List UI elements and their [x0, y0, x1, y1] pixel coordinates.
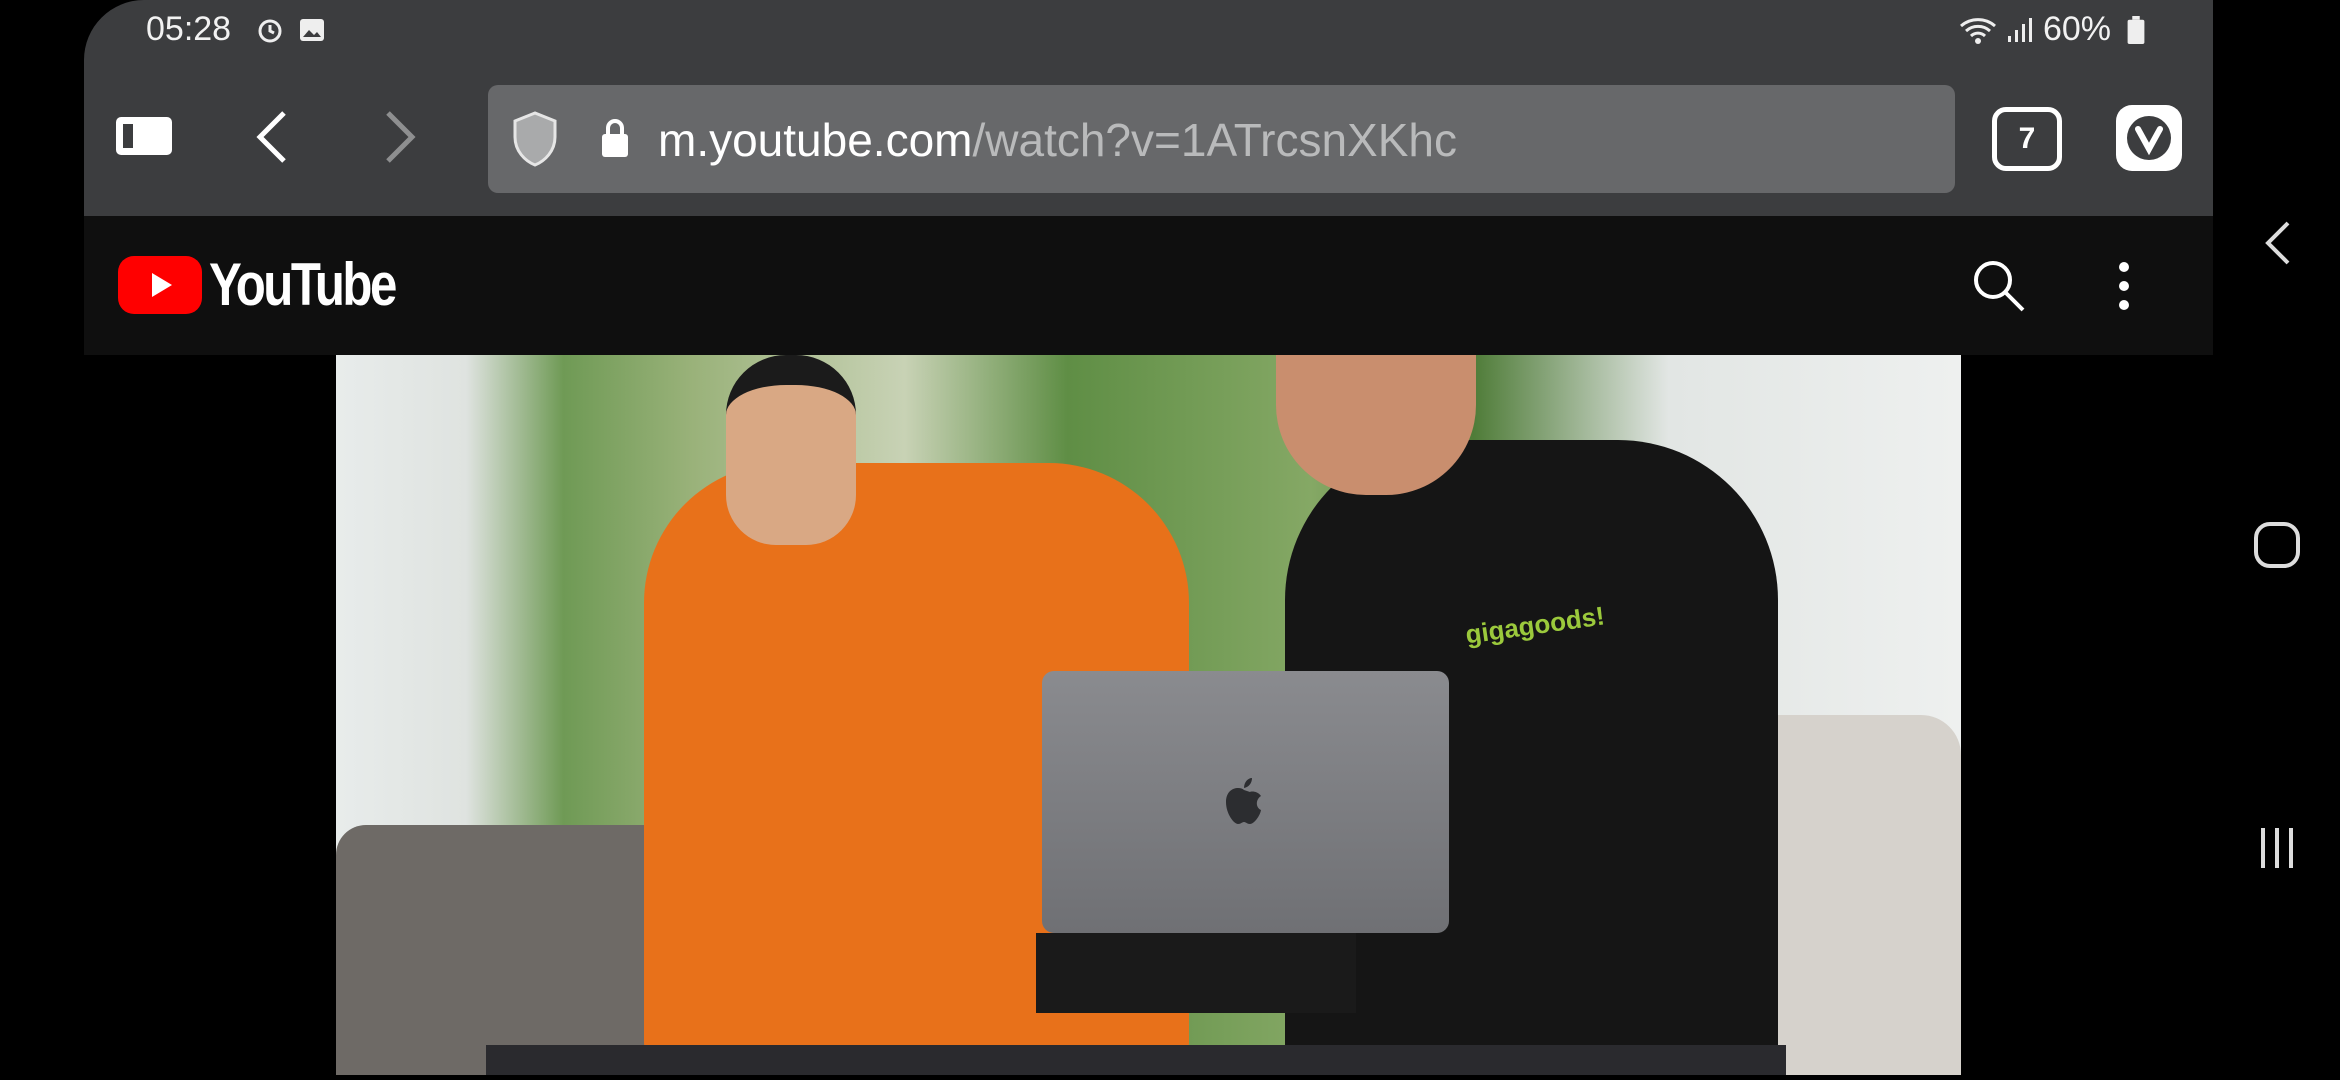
back-button[interactable]: [252, 107, 292, 167]
signal-icon: [2008, 18, 2032, 42]
search-icon: [1974, 261, 2025, 312]
laptop: [1042, 671, 1449, 933]
more-vert-icon: [2119, 262, 2129, 310]
browser-toolbar: m.youtube.com/watch?v=1ATrcsnXKhc 7: [84, 67, 2213, 216]
search-button[interactable]: [1969, 256, 2029, 316]
address-bar[interactable]: m.youtube.com/watch?v=1ATrcsnXKhc: [488, 85, 1955, 193]
laptop-stand: [1036, 933, 1356, 1013]
lock-icon: [602, 119, 628, 157]
alarm-icon: [258, 19, 282, 43]
shield-icon[interactable]: [512, 111, 558, 167]
video-player[interactable]: gigagoods!: [336, 355, 1961, 1075]
home-icon: [2254, 522, 2300, 568]
apple-logo-icon: [1226, 778, 1261, 824]
recents-icon: [2261, 828, 2293, 868]
shirt-logo: gigagoods!: [1463, 600, 1607, 650]
panel-toggle-icon: [116, 117, 172, 155]
tab-counter-button[interactable]: 7: [1992, 107, 2062, 171]
url-host: m.youtube.com: [658, 114, 973, 166]
nav-home-button[interactable]: [2247, 515, 2307, 575]
status-time: 05:28: [146, 10, 232, 48]
youtube-header: YouTube: [84, 216, 2213, 355]
forward-button[interactable]: [380, 107, 420, 167]
forward-icon: [386, 111, 416, 163]
image-icon: [300, 19, 324, 41]
youtube-logo-text: YouTube: [209, 251, 397, 318]
youtube-logo[interactable]: [118, 256, 202, 314]
panel-toggle-button[interactable]: [114, 113, 174, 159]
battery-percent: 60%: [2042, 10, 2111, 48]
back-icon: [2265, 221, 2290, 265]
status-bar: 05:28 60%: [84, 0, 2213, 67]
url-text[interactable]: m.youtube.com/watch?v=1ATrcsnXKhc: [658, 113, 1457, 167]
battery-icon: [2127, 16, 2145, 44]
url-path: /watch?v=1ATrcsnXKhc: [972, 114, 1457, 166]
more-options-button[interactable]: [2109, 256, 2139, 316]
nav-back-button[interactable]: [2247, 213, 2307, 273]
desk: [486, 1045, 1786, 1075]
system-nav-bar: [2213, 0, 2340, 1080]
nav-recents-button[interactable]: [2247, 818, 2307, 878]
back-icon: [256, 111, 286, 163]
vivaldi-menu-button[interactable]: [2116, 105, 2182, 171]
sofa-left: [336, 825, 696, 1075]
screen: 05:28 60% m.youtube.com/watch?v=1ATrcsnX…: [84, 0, 2213, 1080]
person-left-face: [726, 355, 856, 545]
wifi-icon: [1960, 18, 1996, 44]
vivaldi-icon: [2127, 116, 2171, 160]
play-icon: [152, 273, 172, 297]
